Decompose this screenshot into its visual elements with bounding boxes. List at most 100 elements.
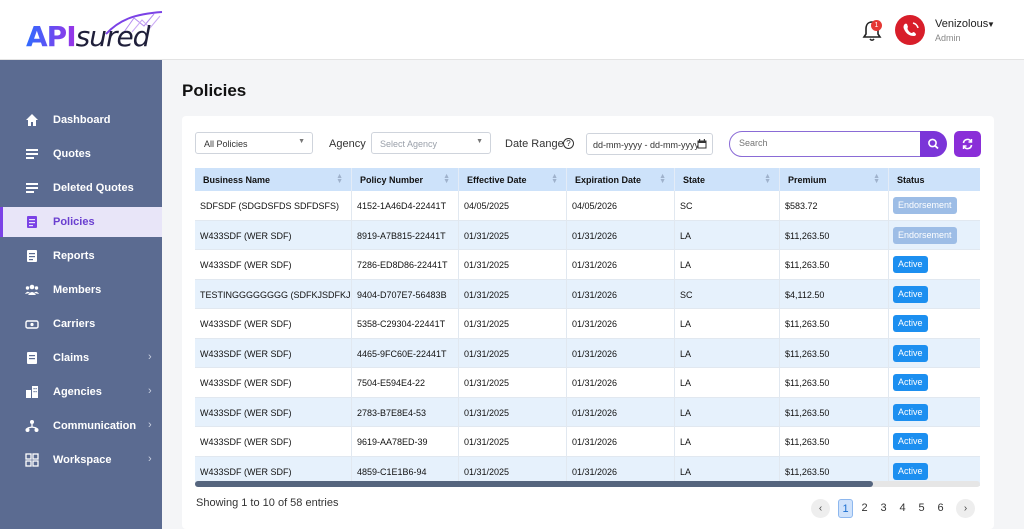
cell-text: LA [680, 230, 692, 241]
search-input[interactable] [739, 138, 909, 148]
user-avatar[interactable] [895, 15, 925, 45]
scrollbar-thumb[interactable] [195, 481, 873, 487]
cell-text: $4,112.50 [785, 289, 825, 300]
column-header-label: Business Name [203, 175, 271, 185]
date-range-label: Date Range [505, 138, 564, 150]
apisured-logo[interactable]: APIsured [26, 10, 166, 54]
chevron-right-icon: › [148, 419, 152, 431]
column-header-status[interactable]: Status [889, 168, 980, 191]
table-cell: $11,263.50 [780, 427, 889, 457]
pagination-page-4[interactable]: 4 [895, 499, 910, 518]
sidebar-item-communication[interactable]: Communication › [0, 411, 162, 441]
cell-text: LA [680, 260, 692, 270]
horizontal-scrollbar[interactable] [195, 481, 980, 487]
cell-text: 01/31/2025 [464, 230, 510, 241]
sort-icon: ▲ ▼ [336, 173, 343, 185]
column-header-label: Expiration Date [575, 175, 642, 185]
logo-text: APIsured [26, 20, 151, 53]
sidebar-item-claims[interactable]: Claims › [0, 343, 162, 373]
column-header-premium[interactable]: Premium ▲ ▼ [780, 168, 889, 191]
table-row[interactable]: W433SDF (WER SDF) 9619-AA78ED-39 01/31/202… [195, 427, 980, 457]
cell-text: W433SDF (WER SDF) [200, 230, 292, 241]
cell-text: LA [680, 407, 692, 418]
refresh-button[interactable] [954, 131, 981, 157]
sidebar-item-carriers[interactable]: Carriers [0, 309, 162, 339]
cell-text: 04/05/2025 [464, 201, 510, 211]
column-header-effective-date[interactable]: Effective Date ▲ ▼ [459, 168, 567, 191]
table-cell: W433SDF (WER SDF) [195, 338, 352, 368]
column-header-label: Premium [788, 175, 827, 185]
sidebar-item-members[interactable]: Members [0, 275, 162, 305]
column-header-policy-number[interactable]: Policy Number ▲ ▼ [352, 168, 459, 191]
table-cell: W433SDF (WER SDF) [195, 368, 352, 398]
sidebar-item-label: Policies [53, 216, 95, 228]
table-row[interactable]: W433SDF (WER SDF) 4465-9FC60E-22441T 01/31… [195, 338, 980, 368]
agency-select[interactable]: Select Agency ▼ [371, 132, 491, 154]
table-cell: 04/05/2025 [459, 191, 567, 221]
sidebar-item-policies[interactable]: Policies [0, 207, 162, 237]
policy-type-select[interactable]: All Policies ▼ [195, 132, 313, 154]
sidebar-item-dashboard[interactable]: Dashboard [0, 105, 162, 135]
column-header-label: State [683, 175, 706, 185]
cell-text: 4152-1A46D4-22441T [357, 201, 447, 211]
cell-text: LA [680, 319, 692, 329]
table-cell: Active [889, 309, 980, 339]
sidebar-item-workspace[interactable]: Workspace › [0, 445, 162, 475]
table-row[interactable]: W433SDF (WER SDF) 7286-ED8D86-22441T 01/31… [195, 250, 980, 280]
cell-text: $11,263.50 [785, 378, 830, 388]
user-menu-caret-icon[interactable]: ▼ [987, 20, 995, 29]
sidebar-item-reports[interactable]: Reports [0, 241, 162, 271]
column-header-expiration-date[interactable]: Expiration Date ▲ ▼ [567, 168, 675, 191]
table-row[interactable]: W433SDF (WER SDF) 8919-A7B815-22441T 01/31… [195, 220, 980, 251]
pagination-page-6[interactable]: 6 [933, 499, 948, 518]
deleted-quotes-icon [26, 183, 38, 193]
pagination-prev-button[interactable]: ‹ [811, 499, 830, 518]
table-row[interactable]: W433SDF (WER SDF) 5358-C29304-22441T 01/31… [195, 309, 980, 339]
table-cell: 4152-1A46D4-22441T [352, 191, 459, 221]
sidebar-item-deleted-quotes[interactable]: Deleted Quotes [0, 173, 162, 203]
search-button[interactable] [920, 131, 947, 157]
table-cell: Active [889, 398, 980, 428]
table-cell: $11,263.50 [780, 338, 889, 368]
cell-text: LA [680, 437, 692, 447]
status-badge: Active [893, 256, 928, 273]
cell-text: 01/31/2026 [572, 348, 618, 359]
table-row[interactable]: SDFSDF (SDGDSFDS SDFDSFS) 4152-1A46D4-224… [195, 191, 980, 221]
pagination-page-5[interactable]: 5 [914, 499, 929, 518]
sidebar-item-label: Members [53, 284, 102, 296]
table-row[interactable]: W433SDF (WER SDF) 2783-B7E8E4-53 01/31/202… [195, 397, 980, 428]
cell-text: 01/31/2025 [464, 319, 510, 329]
pagination-page-2[interactable]: 2 [857, 499, 872, 518]
table-cell: Active [889, 280, 980, 310]
table-cell: Active [889, 427, 980, 457]
table-cell: Endorsement [889, 221, 980, 251]
sort-icon: ▲ ▼ [443, 173, 450, 185]
claims-icon [27, 352, 37, 364]
pagination-page-1[interactable]: 1 [838, 499, 853, 518]
logo-sured-text: sured [75, 20, 151, 53]
table-cell: 01/31/2026 [567, 427, 675, 457]
sidebar-item-quotes[interactable]: Quotes [0, 139, 162, 169]
table-row[interactable]: W433SDF (WER SDF) 7504-E594E4-22 01/31/202… [195, 368, 980, 398]
reports-icon [27, 250, 37, 262]
sidebar-item-agencies[interactable]: Agencies › [0, 377, 162, 407]
sidebar-item-label: Dashboard [53, 114, 111, 126]
cell-text: $11,263.50 [785, 260, 830, 270]
table-cell: 01/31/2026 [567, 279, 675, 309]
column-header-business-name[interactable]: Business Name ▲ ▼ [195, 168, 352, 191]
help-icon[interactable]: ? [563, 138, 574, 149]
table-cell: 7286-ED8D86-22441T [352, 250, 459, 280]
cell-text: $11,263.50 [785, 466, 830, 477]
column-header-state[interactable]: State ▲ ▼ [675, 168, 780, 191]
table-cell: 01/31/2025 [459, 338, 567, 368]
cell-text: W433SDF (WER SDF) [200, 348, 292, 359]
user-name[interactable]: Venizolous [935, 18, 988, 30]
chevron-right-icon: › [148, 453, 152, 465]
table-cell: 04/05/2026 [567, 191, 675, 221]
cell-text: 01/31/2025 [464, 260, 510, 270]
table-cell: 9619-AA78ED-39 [352, 427, 459, 457]
pagination-page-3[interactable]: 3 [876, 499, 891, 518]
date-range-input[interactable]: dd-mm-yyyy - dd-mm-yyyy [586, 133, 713, 155]
pagination-next-button[interactable]: › [956, 499, 975, 518]
table-row[interactable]: TESTINGGGGGGGG (SDFKJSDFKJD... 9404-D707E… [195, 279, 980, 310]
